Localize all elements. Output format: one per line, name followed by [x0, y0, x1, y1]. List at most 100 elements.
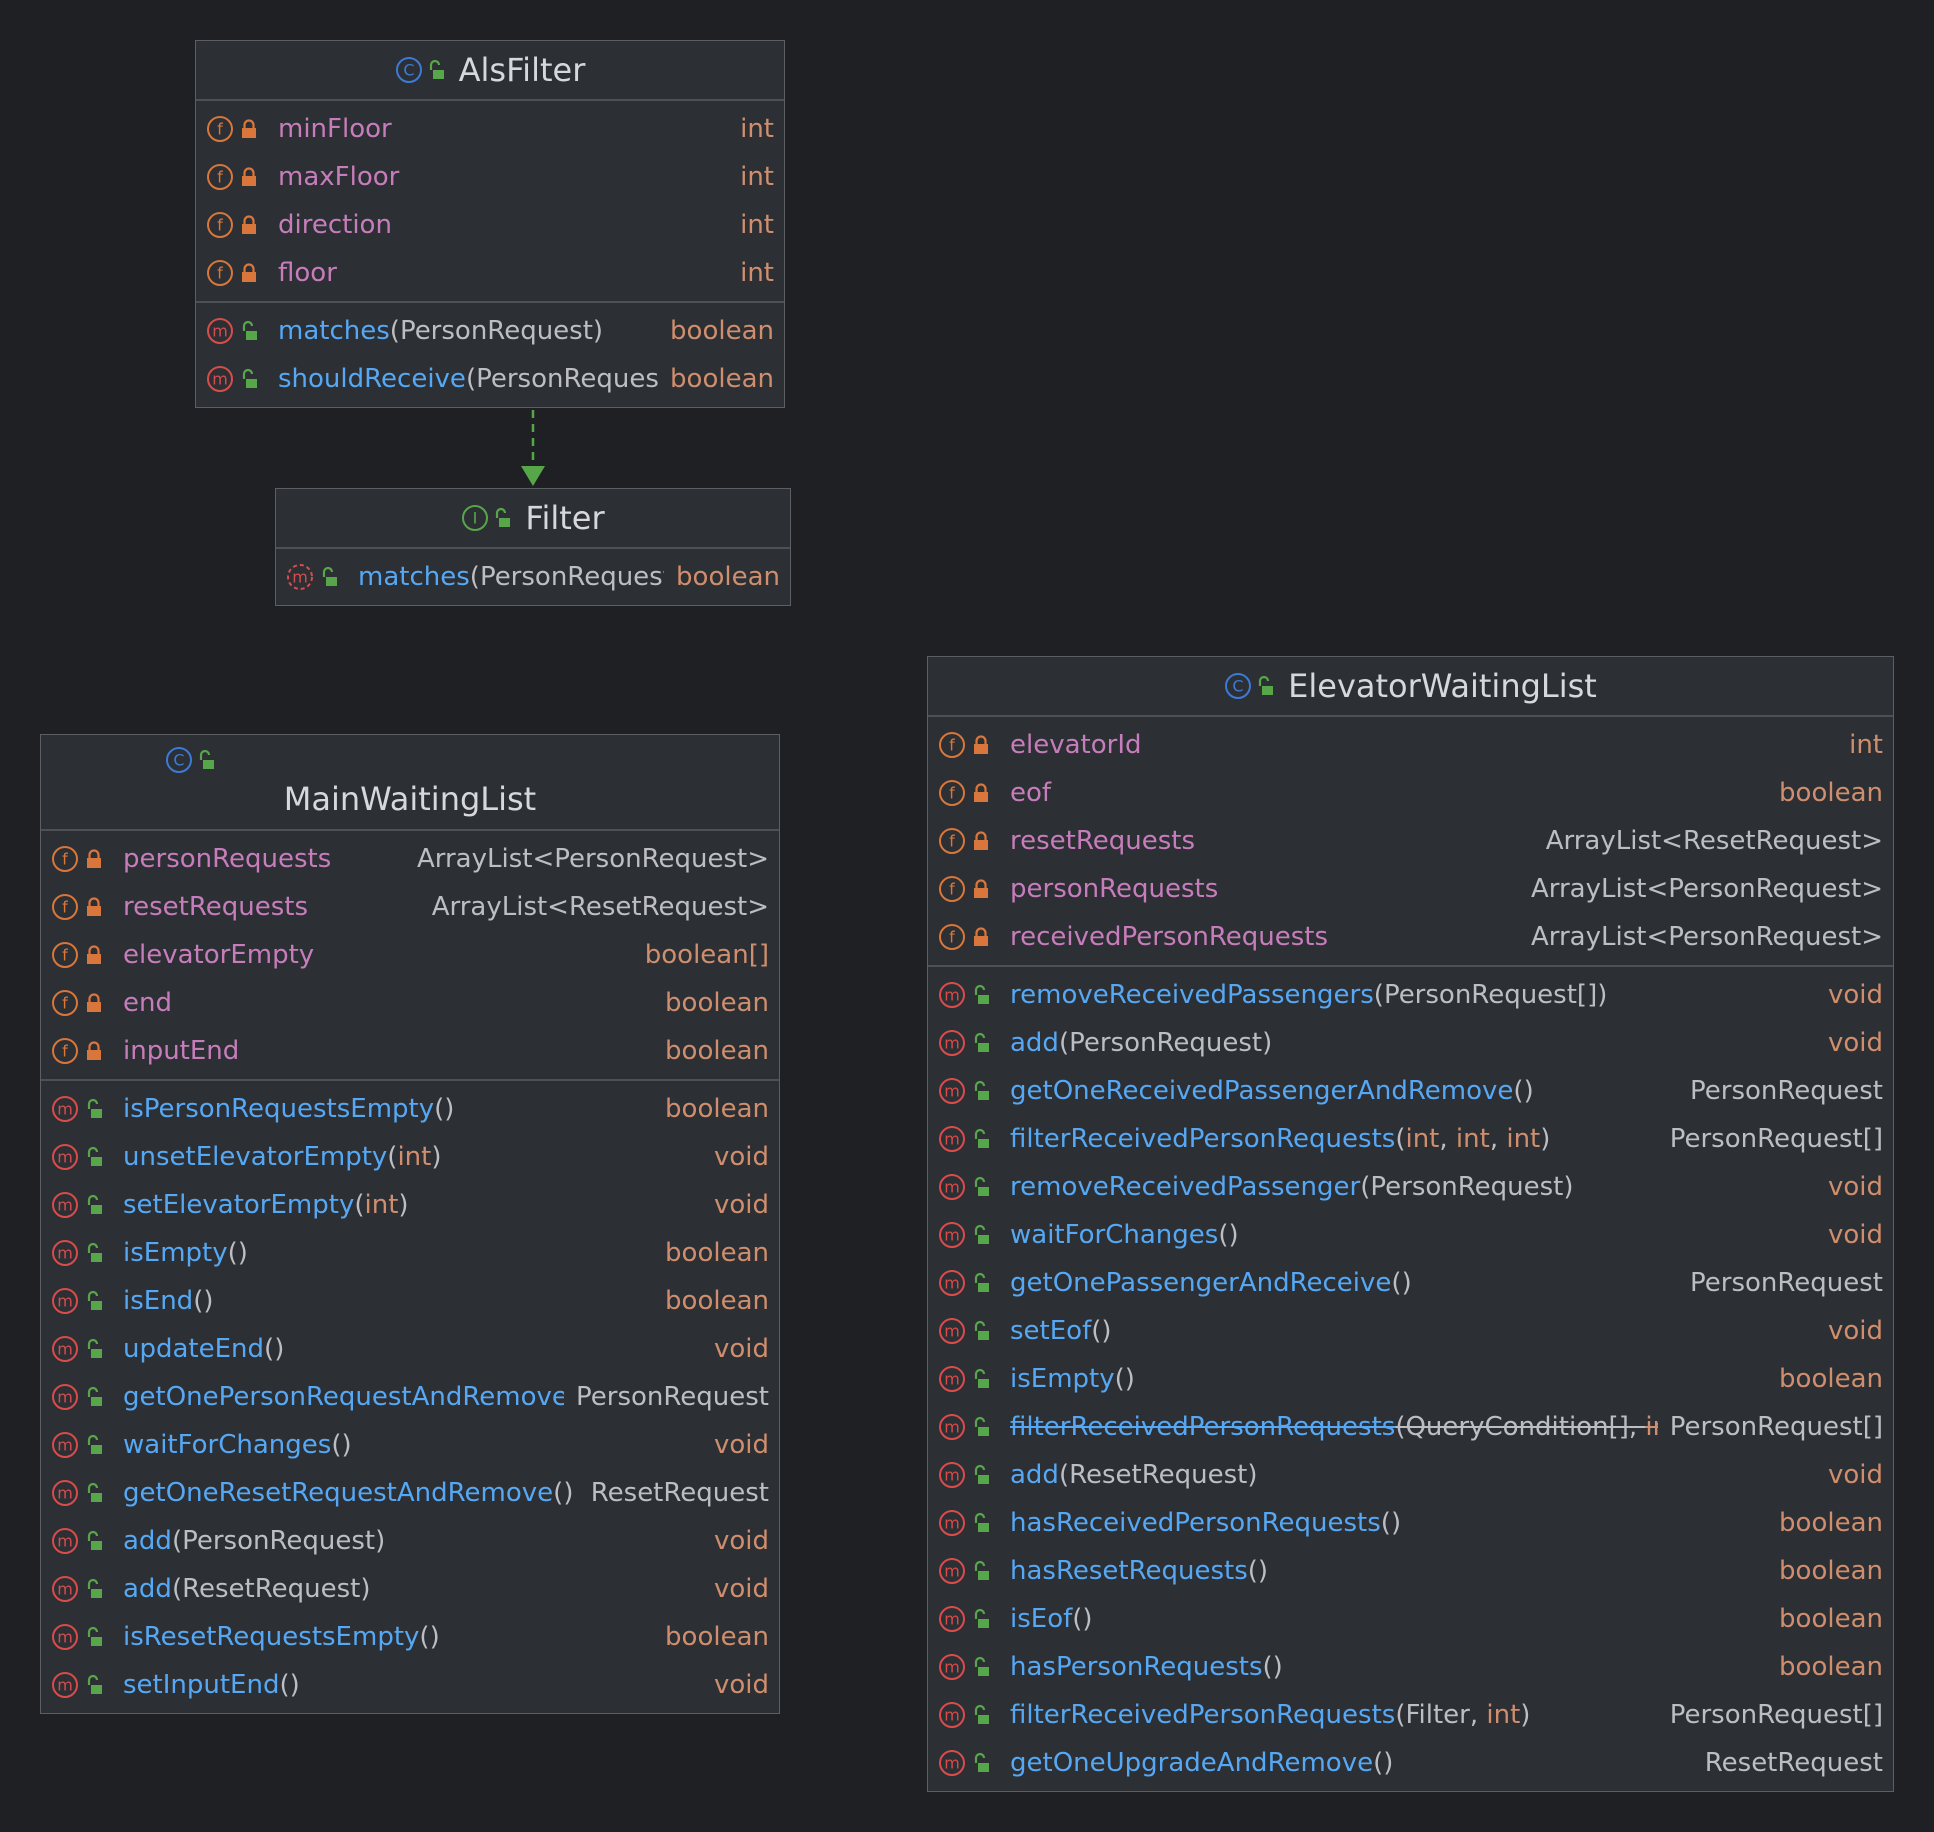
method-row[interactable]: m isEmpty() boolean [928, 1355, 1893, 1403]
method-row[interactable]: m isEnd() boolean [41, 1277, 779, 1325]
param-separator: , [1439, 1124, 1456, 1154]
method-icon: m [52, 1576, 78, 1602]
method-row[interactable]: m filterReceivedPersonRequests(Filter, in… [928, 1691, 1893, 1739]
interface-icon: I [462, 505, 489, 531]
method-row[interactable]: m setInputEnd() void [41, 1661, 779, 1709]
param-separator: , [1628, 1412, 1646, 1442]
method-row[interactable]: m setElevatorEmpty(int) void [41, 1181, 779, 1229]
method-row[interactable]: m waitForChanges() void [928, 1211, 1893, 1259]
field-row[interactable]: f end boolean [41, 979, 779, 1027]
field-type: ArrayList<PersonRequest> [416, 844, 769, 874]
field-row[interactable]: f resetRequests ArrayList<ResetRequest> [41, 883, 779, 931]
field-name: elevatorEmpty [123, 940, 315, 970]
method-row[interactable]: m getOneResetRequestAndRemove() ResetReque… [41, 1469, 779, 1517]
field-row[interactable]: f personRequests ArrayList<PersonRequest> [41, 835, 779, 883]
method-row[interactable]: m getOneUpgradeAndRemove() ResetRequest [928, 1739, 1893, 1787]
method-row[interactable]: m removeReceivedPassengers(PersonRequest[… [928, 971, 1893, 1019]
method-row[interactable]: m getOneReceivedPassengerAndRemove() Perso… [928, 1067, 1893, 1115]
param-type: int [364, 1190, 399, 1220]
svg-text:m: m [944, 1466, 960, 1485]
field-row[interactable]: f receivedPersonRequests ArrayList<PersonR… [928, 913, 1893, 961]
return-type: boolean [665, 1286, 769, 1316]
method-row[interactable]: m updateEnd() void [41, 1325, 779, 1373]
method-row[interactable]: m isResetRequestsEmpty() boolean [41, 1613, 779, 1661]
method-icon: m [52, 1144, 78, 1170]
field-row[interactable]: f maxFloor int [196, 153, 784, 201]
paren-close: ) [1390, 1508, 1402, 1538]
svg-text:f: f [949, 880, 955, 899]
field-row[interactable]: f direction int [196, 201, 784, 249]
field-row[interactable]: f floor int [196, 249, 784, 297]
svg-text:m: m [944, 1658, 960, 1677]
svg-text:f: f [949, 832, 955, 851]
param-type: PersonRequest [476, 364, 659, 394]
method-icon: m [207, 366, 233, 392]
private-lock-icon [242, 263, 256, 282]
method-row[interactable]: m shouldReceive(PersonRequest) boolean [196, 355, 784, 403]
svg-text:f: f [949, 784, 955, 803]
class-box-mainwaitinglist[interactable]: C MainWaitingList f personRequests ArrayLis… [40, 734, 780, 1714]
method-name: removeReceivedPassengers [1010, 980, 1374, 1010]
field-row[interactable]: f eof boolean [928, 769, 1893, 817]
method-row[interactable]: m unsetElevatorEmpty(int) void [41, 1133, 779, 1181]
class-box-alsfilter[interactable]: C AlsFilter f minFloor int f maxFloor int f dire… [195, 40, 785, 408]
public-visibility-icon [974, 1704, 989, 1724]
method-row[interactable]: m add(PersonRequest) void [41, 1517, 779, 1565]
method-row[interactable]: m getOnePersonRequestAndRemove() PersonReq… [41, 1373, 779, 1421]
method-row[interactable]: m add(PersonRequest) void [928, 1019, 1893, 1067]
paren-close: ) [1563, 1172, 1574, 1202]
method-row[interactable]: m removeReceivedPassenger(PersonRequest) v… [928, 1163, 1893, 1211]
field-row[interactable]: f elevatorEmpty boolean[] [41, 931, 779, 979]
paren-close: ) [398, 1190, 409, 1220]
paren-close: ) [289, 1670, 300, 1700]
method-row[interactable]: m add(ResetRequest) void [928, 1451, 1893, 1499]
method-icon: m [52, 1672, 78, 1698]
interface-box-filter[interactable]: I Filter m matches(PersonRequest) boolean [275, 488, 791, 606]
method-signature: shouldReceive(PersonRequest) [278, 364, 658, 394]
method-signature: hasPersonRequests() [1010, 1652, 1767, 1682]
method-name: add [1010, 1028, 1059, 1058]
public-visibility-icon [974, 1032, 989, 1052]
paren-open: ( [227, 1238, 238, 1268]
method-row[interactable]: m matches(PersonRequest) boolean [276, 553, 790, 601]
svg-text:m: m [944, 1514, 960, 1533]
field-row[interactable]: f personRequests ArrayList<PersonRequest> [928, 865, 1893, 913]
method-row[interactable]: m isEof() boolean [928, 1595, 1893, 1643]
field-name: end [123, 988, 172, 1018]
method-row[interactable]: m waitForChanges() void [41, 1421, 779, 1469]
param-separator: , [1469, 1700, 1487, 1730]
field-type: int [1849, 730, 1883, 760]
method-icon: m [52, 1336, 78, 1362]
class-box-elevatorwaitinglist[interactable]: C ElevatorWaitingList f elevatorId int f eof b… [927, 656, 1894, 1792]
public-visibility-icon [87, 1626, 102, 1646]
method-row[interactable]: m isPersonRequestsEmpty() boolean [41, 1085, 779, 1133]
return-type: void [713, 1334, 769, 1364]
method-row[interactable]: m hasReceivedPersonRequests() boolean [928, 1499, 1893, 1547]
field-row[interactable]: f elevatorId int [928, 721, 1893, 769]
method-name: isEnd [123, 1286, 194, 1316]
deprecated-method-row[interactable]: m filterReceivedPersonRequests(QueryCondi… [928, 1403, 1893, 1451]
field-row[interactable]: f minFloor int [196, 105, 784, 153]
method-row[interactable]: m add(ResetRequest) void [41, 1565, 779, 1613]
method-row[interactable]: m setEof() void [928, 1307, 1893, 1355]
method-name: filterReceivedPersonRequests [1010, 1412, 1396, 1442]
method-row[interactable]: m filterReceivedPersonRequests(int, int, … [928, 1115, 1893, 1163]
method-row[interactable]: m hasResetRequests() boolean [928, 1547, 1893, 1595]
abstract-method-icon: m [287, 564, 313, 590]
method-row[interactable]: m isEmpty() boolean [41, 1229, 779, 1277]
return-type: boolean [665, 1622, 769, 1652]
svg-text:f: f [949, 736, 955, 755]
public-visibility-icon [974, 1080, 989, 1100]
field-type: int [740, 162, 774, 192]
field-row[interactable]: f inputEnd boolean [41, 1027, 779, 1075]
public-visibility-icon [974, 1464, 989, 1484]
paren-close: ) [1082, 1604, 1093, 1634]
field-row[interactable]: f resetRequests ArrayList<ResetRequest> [928, 817, 1893, 865]
method-row[interactable]: m matches(PersonRequest) boolean [196, 307, 784, 355]
paren-open: ( [1391, 1268, 1402, 1298]
methods-section: m removeReceivedPassengers(PersonRequest[… [928, 967, 1893, 1791]
method-name: setElevatorEmpty [123, 1190, 355, 1220]
paren-open: ( [1395, 1412, 1406, 1442]
method-row[interactable]: m getOnePassengerAndReceive() PersonReques… [928, 1259, 1893, 1307]
method-row[interactable]: m hasPersonRequests() boolean [928, 1643, 1893, 1691]
